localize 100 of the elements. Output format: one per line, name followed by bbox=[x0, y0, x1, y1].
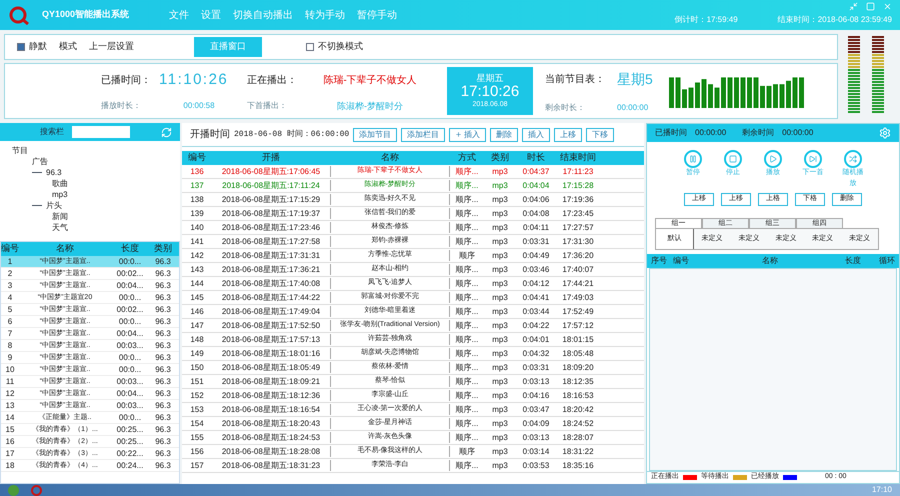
start-icon[interactable] bbox=[8, 484, 19, 496]
column-header[interactable]: 编号 bbox=[669, 255, 699, 267]
column-header[interactable]: 循环 bbox=[875, 255, 899, 267]
column-header[interactable]: 长度 bbox=[111, 242, 149, 256]
table-cell-text: mp3 bbox=[491, 180, 509, 192]
table-cell-text: 150 bbox=[189, 362, 205, 374]
table-cell-text: 0:04:37 bbox=[522, 166, 550, 178]
upper-settings-link[interactable]: 上一层设置 bbox=[89, 40, 134, 54]
table-cell-text: 17:52:49 bbox=[561, 306, 595, 318]
table-cell-text: 2018-06-08星期五:17:19:37 bbox=[220, 208, 322, 220]
table-cell-text: 143 bbox=[189, 264, 205, 276]
toolbar-button[interactable]: 插入 bbox=[522, 128, 550, 142]
app-icon[interactable] bbox=[31, 484, 42, 496]
stop-icon bbox=[729, 155, 737, 163]
column-header[interactable]: 时长 bbox=[516, 151, 556, 165]
table-cell-text: 顺序... bbox=[454, 194, 480, 206]
table-cell-text: 0:04:41 bbox=[522, 292, 550, 304]
tree-item[interactable]: 节目 bbox=[12, 146, 28, 154]
settings-icon[interactable] bbox=[879, 127, 891, 139]
column-header[interactable]: 名称 bbox=[19, 242, 111, 256]
table-cell-text: 0:04:32 bbox=[522, 348, 550, 360]
tree-item[interactable]: 广告 bbox=[32, 158, 48, 166]
column-header[interactable]: 名称 bbox=[330, 151, 450, 165]
column-header[interactable]: 长度 bbox=[841, 255, 875, 267]
toolbar-button[interactable]: 删除 bbox=[490, 128, 518, 142]
table-cell-text: 2018-06-08星期五:17:52:50 bbox=[220, 320, 322, 332]
maximize-icon[interactable] bbox=[866, 2, 875, 11]
toolbar-button[interactable]: 下移 bbox=[586, 128, 614, 142]
table-cell-text: mp3 bbox=[491, 166, 509, 178]
table-cell-text: 0:03:47 bbox=[522, 404, 550, 416]
table-cell-text: mp3 bbox=[491, 292, 509, 304]
toolbar-button[interactable]: 添加栏目 bbox=[401, 128, 446, 142]
minimize-icon[interactable] bbox=[849, 2, 858, 11]
column-header[interactable]: 结束时间 bbox=[556, 151, 600, 165]
table-cell-text: 00:03... bbox=[116, 340, 144, 352]
table-cell-text: 17:40:07 bbox=[561, 264, 595, 276]
search-field[interactable] bbox=[72, 126, 130, 138]
table-cell-text: 0:03:31 bbox=[522, 236, 550, 248]
table-cell-text: 18:09:20 bbox=[561, 362, 595, 374]
column-header[interactable]: 方式 bbox=[450, 151, 484, 165]
schedule-label: 当前节目表： bbox=[545, 72, 605, 86]
table-cell-text: 0:04:12 bbox=[522, 278, 550, 290]
table-cell-text: 96.3 bbox=[154, 460, 172, 472]
table-cell-text: 152 bbox=[189, 390, 205, 402]
tree-item[interactable]: 96.3 bbox=[46, 168, 62, 176]
column-header[interactable]: 名称 bbox=[699, 255, 841, 267]
table-cell-text: mp3 bbox=[491, 404, 509, 416]
table-cell-text: 00:0... bbox=[118, 256, 142, 268]
checkbox[interactable] bbox=[306, 43, 314, 51]
skip-icon bbox=[809, 155, 817, 163]
table-cell-text: 顺序... bbox=[454, 460, 480, 472]
toolbar-button[interactable]: 插入 bbox=[449, 128, 486, 142]
toolbar-button[interactable]: 添加节目 bbox=[353, 128, 398, 142]
table-cell-text: 2018-06-08星期五:17:15:29 bbox=[220, 194, 322, 206]
table-cell-text: 17:36:20 bbox=[561, 250, 595, 262]
table-cell-text: 11 bbox=[4, 376, 16, 388]
tree-item[interactable]: 新闻 bbox=[52, 212, 68, 220]
table-cell-text: 2018-06-08星期五:17:57:13 bbox=[220, 334, 322, 346]
column-header[interactable]: 编号 bbox=[1, 242, 19, 256]
table-cell-text: 138 bbox=[189, 194, 205, 206]
no-switch-label: 不切换模式 bbox=[318, 40, 363, 54]
table-cell-text: mp3 bbox=[491, 432, 509, 444]
table-cell-text: 00:24... bbox=[116, 460, 144, 472]
table-cell-text: 141 bbox=[189, 236, 205, 248]
column-header[interactable]: 开播 bbox=[212, 151, 330, 165]
weekday-text: 星期五 bbox=[476, 74, 504, 83]
table-cell-text: 96.3 bbox=[154, 304, 172, 316]
column-header[interactable]: 类别 bbox=[149, 242, 177, 256]
table-cell-text: 156 bbox=[189, 446, 205, 458]
table-cell-text: 14 bbox=[4, 412, 16, 424]
table-cell-text: mp3 bbox=[491, 390, 509, 402]
table-cell-text: 16 bbox=[4, 436, 16, 448]
column-header[interactable]: 类别 bbox=[484, 151, 516, 165]
refresh-icon[interactable] bbox=[161, 126, 172, 138]
table-cell-text: 0:04:08 bbox=[522, 208, 550, 220]
table-cell-text: 顺序... bbox=[454, 208, 480, 220]
table-cell-text: 顺序... bbox=[454, 166, 480, 178]
table-cell-text: mp3 bbox=[491, 362, 509, 374]
tree-item[interactable]: 歌曲 bbox=[52, 180, 68, 188]
remain-value: 00:00:00 bbox=[617, 102, 650, 114]
table-cell-text: mp3 bbox=[491, 306, 509, 318]
tree-item[interactable]: mp3 bbox=[52, 190, 68, 198]
table-cell-text: 18:05:48 bbox=[561, 348, 595, 360]
table-cell-text: 2018-06-08星期五:18:24:53 bbox=[220, 432, 322, 444]
table-cell-text: 0:04:09 bbox=[522, 418, 550, 430]
table-cell-text: 2018-06-08星期五:18:16:54 bbox=[220, 404, 322, 416]
column-header[interactable]: 序号 bbox=[647, 255, 669, 267]
table-cell-text: 顺序... bbox=[454, 264, 480, 276]
table-cell-text: 7 bbox=[6, 328, 14, 340]
tree-item[interactable]: 天气 bbox=[52, 224, 68, 232]
table-cell-text: mp3 bbox=[491, 348, 509, 360]
toolbar-button[interactable]: 上移 bbox=[554, 128, 582, 142]
table-cell-text: 96.3 bbox=[154, 328, 172, 340]
start-value: 2018-06-08 时间：06:00:00 bbox=[234, 128, 350, 140]
close-icon[interactable] bbox=[883, 2, 892, 11]
table-cell-text: 00:02... bbox=[116, 304, 144, 316]
checkbox[interactable] bbox=[17, 43, 25, 51]
column-header[interactable]: 编号 bbox=[182, 151, 212, 165]
table-cell-text: 顺序... bbox=[454, 236, 480, 248]
tree-item[interactable]: 片头 bbox=[46, 202, 62, 210]
